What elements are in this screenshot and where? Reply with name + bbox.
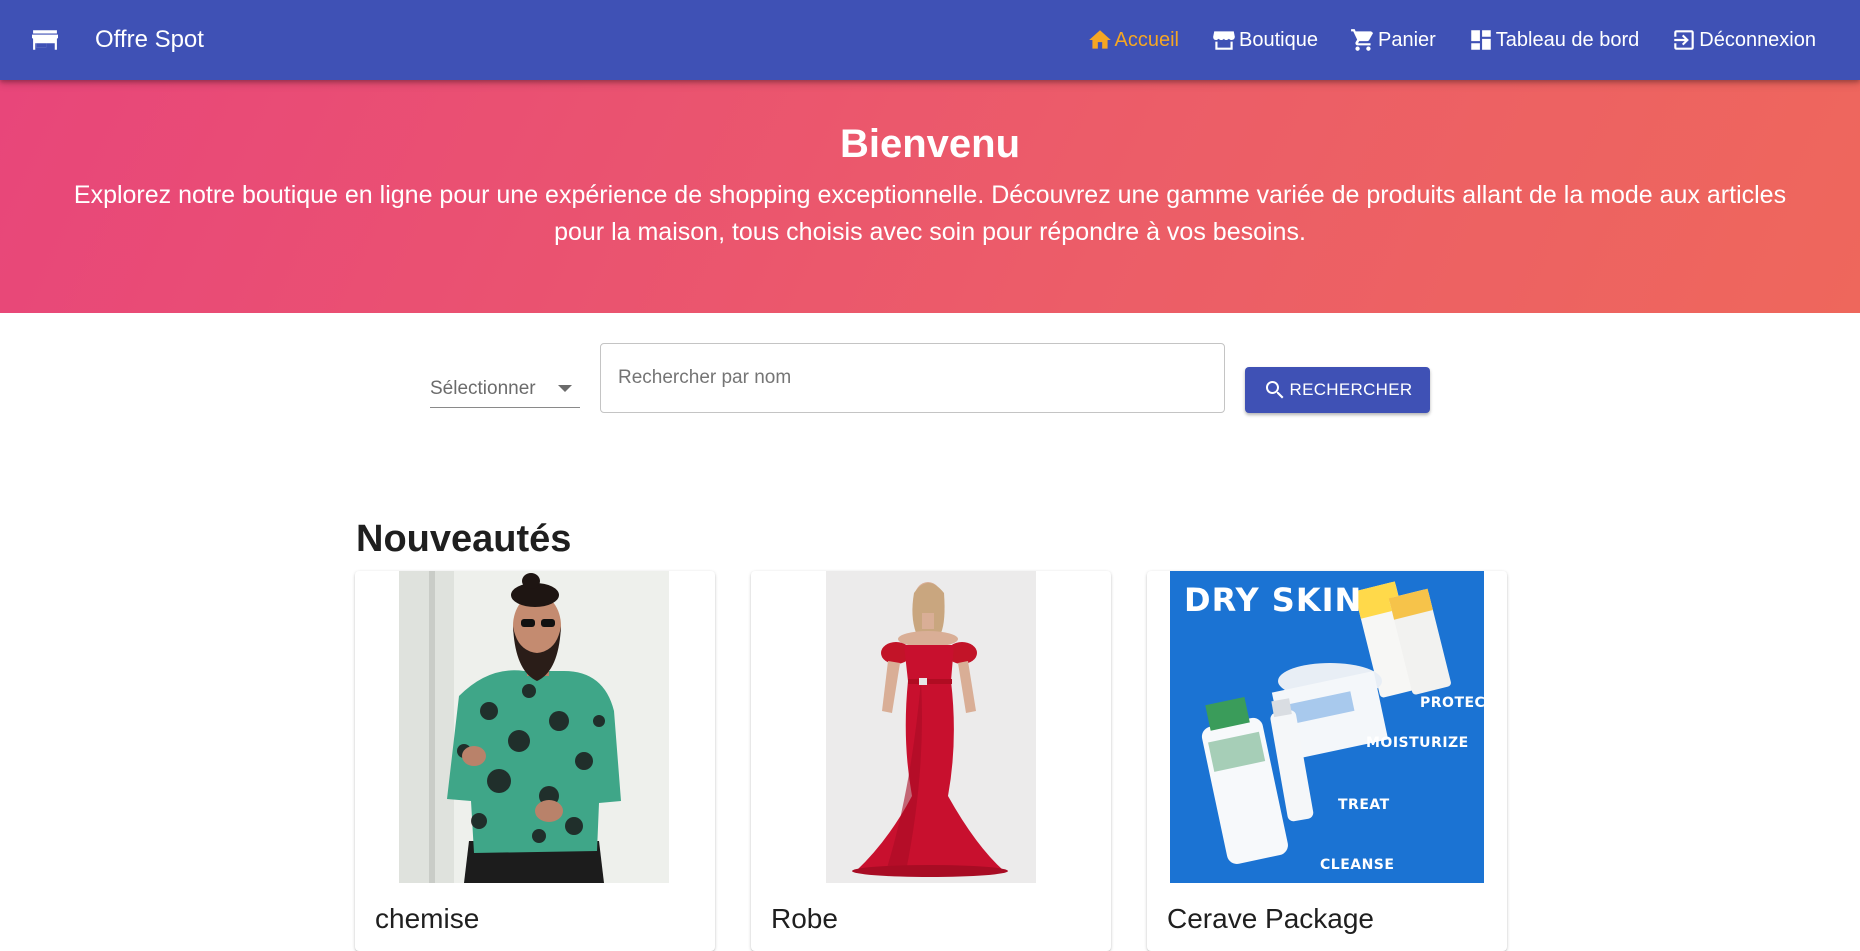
main-nav: Accueil Boutique Panier Tableau de bord … <box>1087 24 1816 56</box>
nav-label: Panier <box>1377 28 1436 51</box>
top-app-bar: Offre Spot Accueil Boutique Panier Table… <box>0 0 1860 80</box>
product-title: Cerave Package <box>1167 903 1375 934</box>
nav-label: Accueil <box>1114 28 1180 51</box>
man-in-shirt-image <box>399 571 669 883</box>
nav-label: Boutique <box>1239 28 1318 51</box>
hero-description: Explorez notre boutique en ligne pour un… <box>73 181 1787 246</box>
product-card[interactable]: Robe <box>751 571 1111 951</box>
red-dress-image <box>826 571 1036 883</box>
product-card[interactable]: chemise <box>355 571 715 951</box>
home-icon <box>1088 30 1111 49</box>
nav-dashboard[interactable]: Tableau de bord <box>1468 27 1639 53</box>
product-card[interactable]: DRY SKIN PROTECT MOISTURIZE TREAT CLEANS… <box>1147 571 1507 951</box>
product-image-cerave: DRY SKIN PROTECT MOISTURIZE TREAT CLEANS… <box>1170 571 1484 883</box>
image-text-cleanse: CLEANSE <box>1320 857 1395 873</box>
nav-logout[interactable]: Déconnexion <box>1671 27 1816 53</box>
search-input[interactable] <box>600 343 1225 413</box>
dashboard-icon <box>1471 30 1491 50</box>
product-title: Robe <box>771 903 838 934</box>
product-image-dress <box>826 571 1036 883</box>
store-icon[interactable] <box>32 29 58 51</box>
hero-banner: Bienvenu Explorez notre boutique en lign… <box>0 80 1860 313</box>
search-icon <box>1265 381 1284 399</box>
app-title[interactable]: Offre Spot <box>95 24 204 56</box>
search-button[interactable]: RECHERCHER <box>1245 367 1430 413</box>
nav-label: Tableau de bord <box>1495 28 1640 51</box>
category-select[interactable]: Sélectionner <box>430 366 580 408</box>
select-label: Sélectionner <box>430 378 536 399</box>
logout-icon <box>1674 30 1694 50</box>
search-button-label: RECHERCHER <box>1289 380 1413 399</box>
hero-title: Bienvenu <box>839 122 1021 166</box>
nav-shop[interactable]: Boutique <box>1211 27 1318 53</box>
product-title: chemise <box>375 903 480 934</box>
cart-icon <box>1351 29 1374 51</box>
product-image-shirt <box>399 571 669 883</box>
nav-home[interactable]: Accueil <box>1087 27 1179 53</box>
image-text-treat: TREAT <box>1338 797 1390 813</box>
section-title: Nouveautés <box>356 518 572 560</box>
storefront-icon <box>1213 31 1235 50</box>
nav-cart[interactable]: Panier <box>1350 27 1436 53</box>
image-text-dry-skin: DRY SKIN <box>1184 581 1363 619</box>
image-text-protect: PROTECT <box>1420 695 1484 711</box>
nav-label: Déconnexion <box>1699 28 1816 51</box>
image-text-moisturize: MOISTURIZE <box>1366 735 1469 751</box>
caret-down-icon <box>558 385 572 392</box>
